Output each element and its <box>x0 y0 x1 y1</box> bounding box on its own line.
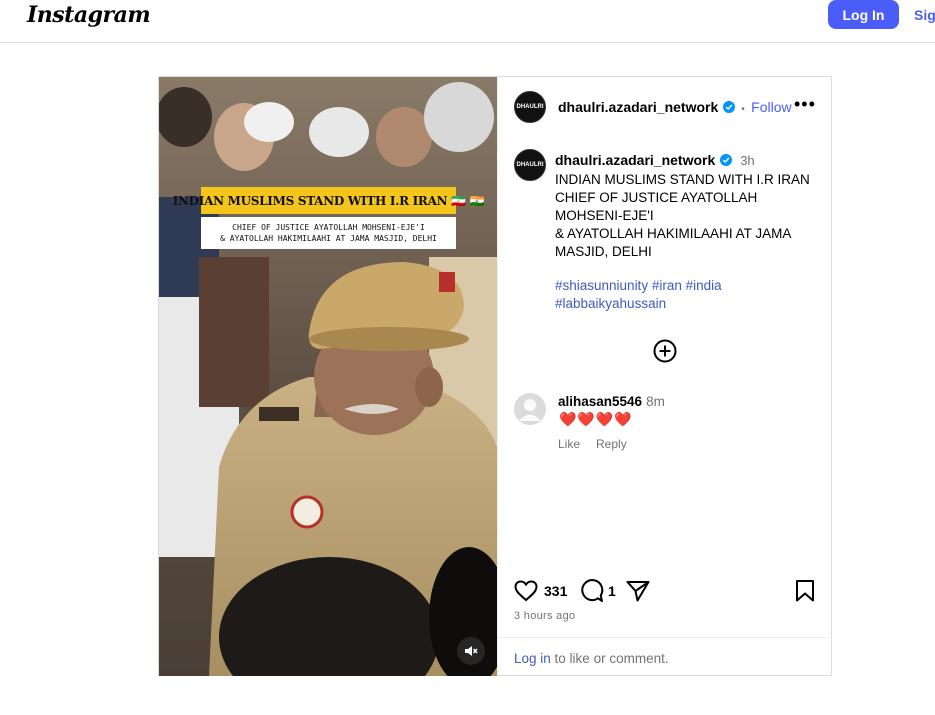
separator-dot: • <box>741 104 745 115</box>
overlay-subtitle-line-1: CHIEF OF JUSTICE AYATOLLAH MOHSENI-EJE'I <box>232 223 425 232</box>
like-count[interactable]: 331 <box>544 583 567 599</box>
follow-button[interactable]: Follow <box>751 99 791 115</box>
author-username[interactable]: dhaulri.azadari_network <box>558 99 718 115</box>
video-frame-illustration <box>159 77 497 676</box>
caption-time[interactable]: 3h <box>740 153 754 168</box>
post-side-panel: DHAULRI dhaulri.azadari_network • Follow… <box>497 77 832 676</box>
commenter-username[interactable]: alihasan5546 <box>558 394 642 409</box>
comment-bubble-icon[interactable] <box>580 579 604 603</box>
comment-count[interactable]: 1 <box>608 583 616 599</box>
mute-toggle-button[interactable] <box>457 637 485 665</box>
comment-actions: Like Reply <box>558 437 643 451</box>
verified-badge-icon <box>719 154 732 166</box>
video-overlay-title: INDIAN MUSLIMS STAND WITH I.R IRAN 🇮🇷 🇮🇳 <box>173 187 485 214</box>
post-card: INDIAN MUSLIMS STAND WITH I.R IRAN 🇮🇷 🇮🇳… <box>158 76 832 676</box>
caption-username[interactable]: dhaulri.azadari_network <box>555 152 715 168</box>
instagram-logo[interactable]: Instagram <box>27 2 151 28</box>
author-avatar-text: DHAULRI <box>516 104 544 110</box>
post-video[interactable]: INDIAN MUSLIMS STAND WITH I.R IRAN 🇮🇷 🇮🇳… <box>159 77 497 676</box>
bookmark-icon[interactable] <box>795 579 815 603</box>
login-prompt: Log in to like or comment. <box>498 637 832 676</box>
commenter-avatar[interactable] <box>514 393 546 425</box>
overlay-subtitle-line-2: & AYATOLLAH HAKIMILAAHI AT JAMA MASJID, … <box>220 234 437 243</box>
plus-circle-icon[interactable] <box>653 339 677 363</box>
author-line: dhaulri.azadari_network • Follow <box>558 99 792 117</box>
hashtag-link[interactable]: #labbaikyahussain <box>555 296 666 311</box>
caption-hashtags: #shiasunniunity #iran #india #labbaikyah… <box>555 277 805 313</box>
comment-header: alihasan5546 8m <box>558 394 665 409</box>
heart-icon[interactable] <box>514 580 538 602</box>
hashtag-link[interactable]: #india <box>686 278 722 293</box>
caption-avatar-text: DHAULRI <box>516 162 544 168</box>
user-silhouette-icon <box>514 393 546 425</box>
post-timestamp[interactable]: 3 hours ago <box>514 610 575 622</box>
top-navigation-bar: Instagram Log In Sign Up <box>0 0 935 43</box>
video-overlay-subtitle: CHIEF OF JUSTICE AYATOLLAH MOHSENI-EJE'I… <box>201 217 456 249</box>
more-options-icon[interactable]: ••• <box>794 95 816 113</box>
comment-like-button[interactable]: Like <box>558 437 580 451</box>
caption-header: dhaulri.azadari_network 3h <box>555 152 755 170</box>
login-button[interactable]: Log In <box>828 0 899 29</box>
author-avatar[interactable]: DHAULRI <box>514 91 546 123</box>
speaker-muted-icon <box>465 646 478 656</box>
hashtag-link[interactable]: #shiasunniunity <box>555 278 648 293</box>
comment-time[interactable]: 8m <box>646 394 665 409</box>
caption-avatar[interactable]: DHAULRI <box>514 149 546 181</box>
verified-badge-icon <box>722 101 735 113</box>
login-prompt-text: to like or comment. <box>550 651 669 666</box>
login-link[interactable]: Log in <box>514 651 551 666</box>
post-actions-bar: 331 1 <box>498 577 832 607</box>
caption-text: INDIAN MUSLIMS STAND WITH I.R IRAN CHIEF… <box>555 172 810 259</box>
comment-text: ❤️❤️❤️❤️ <box>559 411 633 427</box>
signup-link[interactable]: Sign Up <box>914 7 935 23</box>
comment-reply-button[interactable]: Reply <box>596 437 627 451</box>
paper-plane-icon[interactable] <box>626 580 650 602</box>
post-header: DHAULRI dhaulri.azadari_network • Follow… <box>498 77 832 137</box>
hashtag-link[interactable]: #iran <box>652 278 682 293</box>
